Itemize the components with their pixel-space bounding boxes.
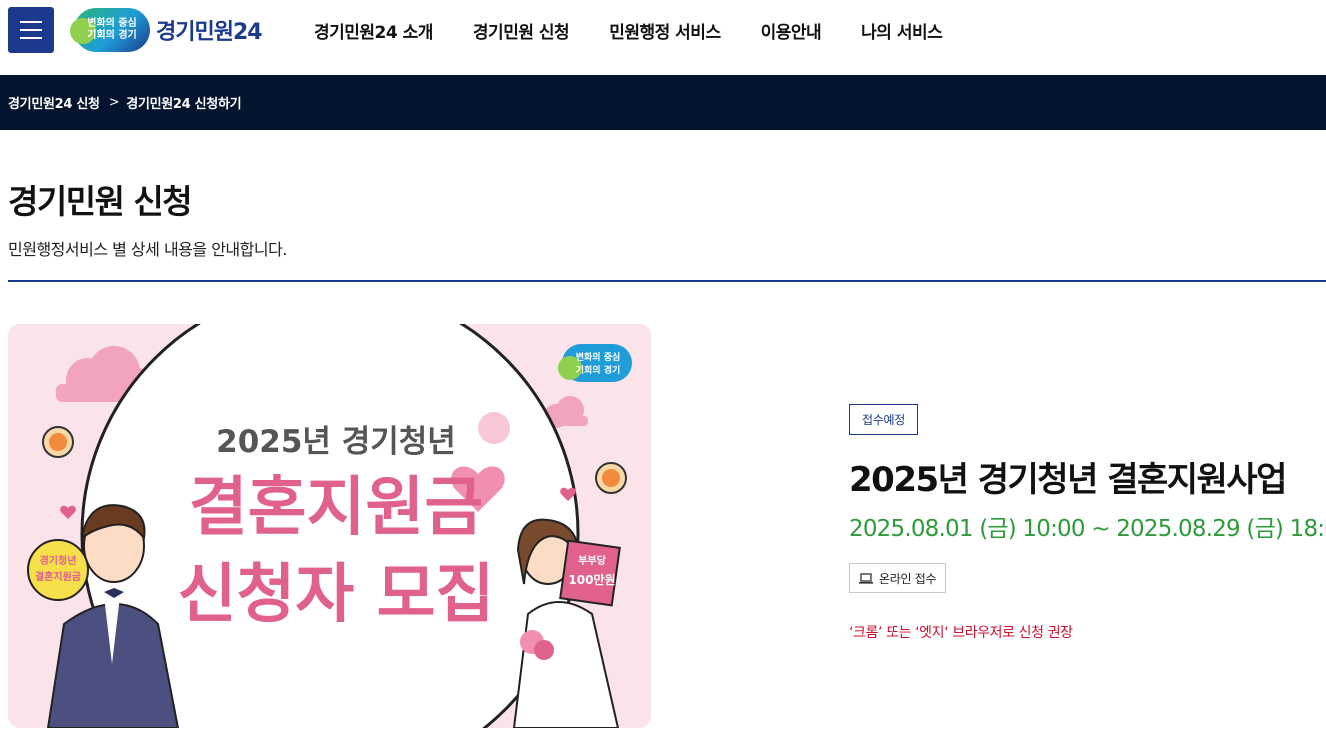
banner-headline-line1: 결혼지원금 (189, 471, 483, 545)
logo-badge: 변화의 중심 기회의 경기 (70, 8, 150, 52)
nav-item-intro[interactable]: 경기민원24 소개 (314, 18, 433, 43)
hamburger-icon-bar (20, 29, 42, 31)
online-application-badge: 온라인 접수 (849, 563, 947, 593)
banner-headline-line2: 신청자 모집 (178, 558, 495, 632)
breadcrumb-item-1[interactable]: 경기민원24 신청 (8, 93, 100, 112)
right-sign-line1: 부부당 (578, 554, 606, 567)
title-divider (8, 280, 1326, 282)
nav-item-guide[interactable]: 이용안내 (761, 18, 822, 43)
banner-headline-small: 2025년 경기청년 (216, 424, 456, 460)
menu-button[interactable] (8, 7, 54, 53)
page-description: 민원행정서비스 별 상세 내용을 안내합니다. (8, 240, 287, 259)
right-sign-line2: 100만원 (568, 572, 615, 587)
laptop-icon (859, 572, 873, 584)
banner-badge-line2: 기회의 경기 (576, 364, 621, 376)
status-badge: 접수예정 (849, 404, 918, 435)
hamburger-icon-bar (20, 37, 42, 39)
left-sign: 경기청년 결혼지원금 (27, 539, 89, 601)
online-application-label: 온라인 접수 (879, 571, 937, 586)
browser-notice: ‘크롬’ 또는 ‘엣지‘ 브라우저로 신청 권장 (849, 625, 1073, 641)
nav-item-services[interactable]: 민원행정 서비스 (609, 18, 721, 43)
breadcrumb: 경기민원24 신청 > 경기민원24 신청하기 (0, 75, 1326, 130)
left-sign-line1: 경기청년 (40, 554, 77, 567)
banner-logo-badge: 변화의 중심 기회의 경기 (558, 344, 632, 382)
balloon-icon (478, 412, 510, 444)
banner-badge-line1: 변화의 중심 (576, 351, 621, 363)
nav-item-apply[interactable]: 경기민원 신청 (473, 18, 570, 43)
hamburger-icon (20, 21, 42, 23)
right-sign: 부부당 100만원 (559, 539, 621, 607)
logo-badge-line2: 기회의 경기 (87, 30, 137, 41)
nav-item-my-service[interactable]: 나의 서비스 (861, 18, 943, 43)
logo-badge-line1: 변화의 중심 (87, 18, 137, 29)
site-header: 변화의 중심 기회의 경기 경기민원24 경기민원24 소개 경기민원 신청 민… (0, 0, 1326, 75)
service-title: 2025년 경기청년 결혼지원사업 (849, 460, 1287, 500)
service-banner-image: 변화의 중심 기회의 경기 2025년 경기청년 결혼지원금 신청자 모집 경기… (8, 324, 651, 728)
breadcrumb-separator-icon: > (108, 95, 120, 110)
logo-text: 경기민원24 (156, 20, 263, 45)
breadcrumb-item-2[interactable]: 경기민원24 신청하기 (126, 93, 241, 112)
site-logo[interactable]: 변화의 중심 기회의 경기 경기민원24 (70, 7, 263, 53)
application-period: 2025.08.01 (금) 10:00 ~ 2025.08.29 (금) 18… (849, 516, 1326, 542)
left-sign-line2: 결혼지원금 (35, 570, 81, 583)
main-nav: 경기민원24 소개 경기민원 신청 민원행정 서비스 이용안내 나의 서비스 (314, 18, 982, 43)
page-title: 경기민원 신청 (8, 182, 193, 221)
